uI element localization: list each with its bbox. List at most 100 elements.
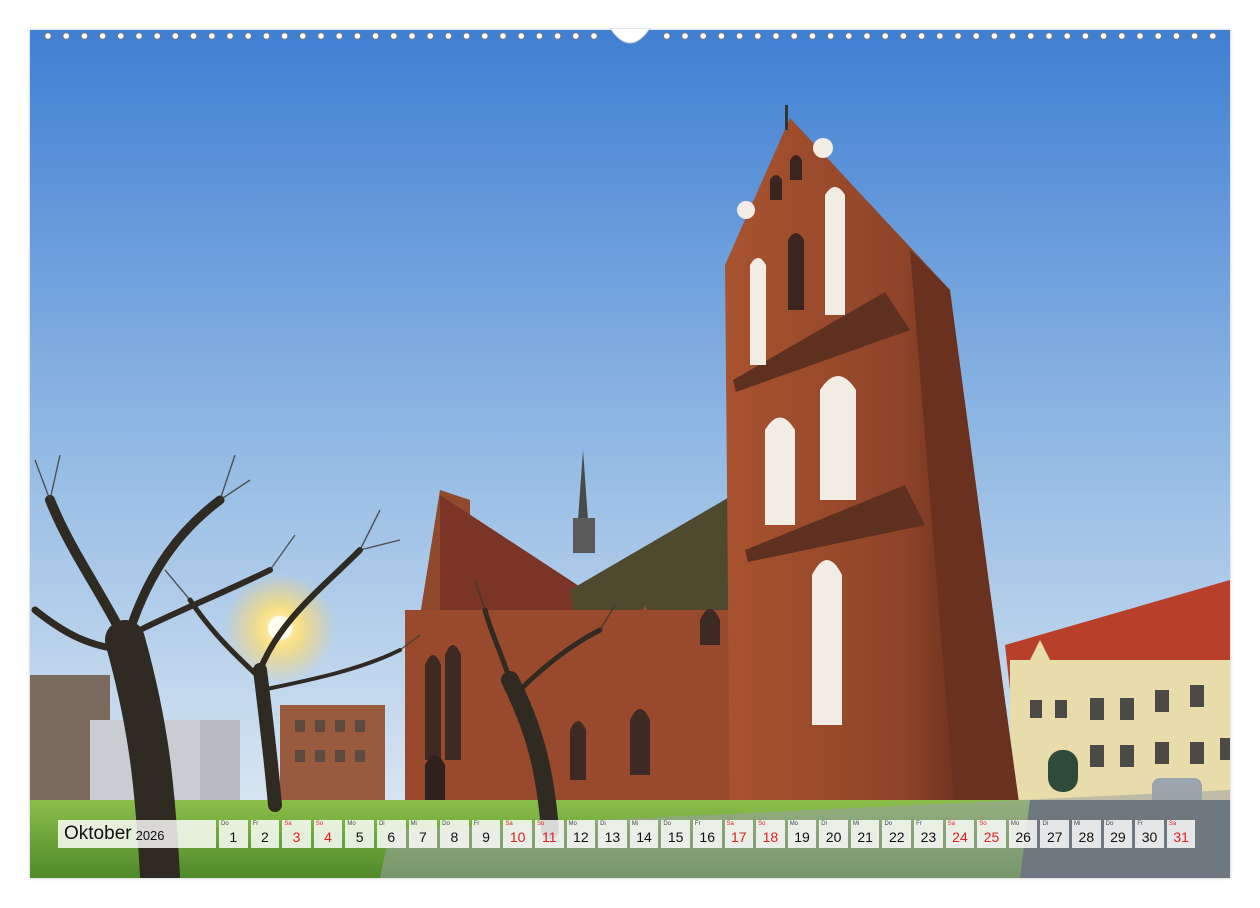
binding-hole-icon <box>153 32 161 40</box>
binding-hole-icon <box>117 32 125 40</box>
day-number: 26 <box>1015 829 1031 845</box>
day-number: 21 <box>857 829 873 845</box>
day-number: 18 <box>762 829 779 845</box>
binding-hole-icon <box>1209 32 1217 40</box>
day-number: 1 <box>229 829 238 845</box>
binding-hole-icon <box>44 32 52 40</box>
binding-hole-icon <box>335 32 344 40</box>
day-number: 4 <box>324 829 332 845</box>
weekday-label: Sa <box>505 821 513 827</box>
day-cell: Di 13 <box>598 820 627 848</box>
day-cell: So 11 <box>534 820 564 848</box>
day-cell: Do 22 <box>882 820 912 848</box>
day-number: 2 <box>260 829 269 845</box>
binding-hole-icon <box>244 32 252 40</box>
weekday-label: Mo <box>789 821 799 827</box>
weekday-label: Fr <box>1137 821 1143 827</box>
month-label: Oktober 2026 <box>58 820 216 848</box>
binding-hole-icon <box>772 32 780 40</box>
weekday-label: Mi <box>852 821 860 827</box>
binding-hole-icon <box>1172 32 1181 40</box>
binding-hole-icon <box>754 32 762 40</box>
binding-hole-icon <box>481 32 489 40</box>
weekday-label: Mo <box>568 821 577 827</box>
binding-hole-icon <box>280 32 289 40</box>
binding-hole-icon <box>208 32 216 40</box>
day-number: 24 <box>952 829 968 845</box>
day-cell: Mo 19 <box>787 820 817 848</box>
binding-hole-icon <box>863 32 871 40</box>
binding-hole-icon <box>135 32 143 40</box>
weekday-label: Fr <box>252 821 259 827</box>
day-number: 29 <box>1110 829 1126 845</box>
binding-hole-icon <box>444 32 453 40</box>
day-cell: Mi 28 <box>1072 820 1101 848</box>
binding-hole-icon <box>1045 32 1053 40</box>
binding-hole-icon <box>371 32 380 40</box>
day-cell: So 18 <box>756 820 785 848</box>
day-cell: Do 1 <box>219 820 248 848</box>
day-number: 23 <box>920 829 937 845</box>
weekday-label: Mo <box>1010 821 1020 827</box>
hanger-notch-icon <box>609 28 651 44</box>
binding-hole-icon <box>226 32 234 40</box>
day-cell: Mo 5 <box>345 820 374 848</box>
weekday-label: Sa <box>726 821 734 827</box>
weekday-label: Fr <box>473 821 480 827</box>
weekday-label: Di <box>378 821 385 827</box>
binding-hole-icon <box>499 32 507 40</box>
spiral-binding <box>44 28 1217 44</box>
month-year: 2026 <box>135 828 165 843</box>
binding-hole-icon <box>317 32 325 40</box>
day-number: 13 <box>604 829 621 845</box>
binding-hole-icon <box>699 32 708 40</box>
binding-hole-icon <box>62 32 71 40</box>
day-number: 7 <box>418 829 427 845</box>
binding-hole-icon <box>426 32 435 40</box>
weekday-label: Sa <box>947 821 955 827</box>
day-cells: Do 1 Fr 2 Sa 3 So 4 Mo 5 Di 6 Mi 7 Do 8 Fr 9 Sa 10 So 11 Mo 12 D… <box>219 820 1196 850</box>
day-number: 8 <box>450 829 459 845</box>
day-number: 5 <box>355 829 364 845</box>
binding-hole-icon <box>1136 32 1144 40</box>
weekday-label: Mi <box>410 821 417 827</box>
binding-hole-icon <box>390 32 398 40</box>
weekday-label: Sa <box>284 821 292 827</box>
binding-hole-icon <box>1008 32 1017 40</box>
day-cell: Di 27 <box>1040 820 1070 848</box>
day-cell: Di 20 <box>819 820 848 848</box>
binding-hole-icon <box>917 32 926 40</box>
binding-hole-icon <box>936 32 944 40</box>
day-cell: Fr 23 <box>914 820 943 848</box>
binding-hole-icon <box>663 32 671 40</box>
weekday-label: So <box>315 821 324 827</box>
binding-hole-icon <box>535 32 544 40</box>
day-cell: Sa 17 <box>724 820 754 848</box>
binding-hole-icon <box>462 32 471 40</box>
day-number: 30 <box>1141 829 1158 845</box>
day-cell: Do 8 <box>440 820 469 848</box>
weekday-label: Do <box>221 821 229 827</box>
binding-hole-icon <box>681 32 689 40</box>
month-name: Oktober <box>64 823 132 844</box>
calendar-page: Oktober 2026 Do 1 Fr 2 Sa 3 So 4 Mo 5 Di 6 Mi 7 Do 8 Fr 9… <box>30 30 1230 878</box>
binding-hole-icon <box>972 32 981 40</box>
weekday-label: Sa <box>1168 821 1177 827</box>
binding-hole-icon <box>1081 32 1090 40</box>
day-number: 14 <box>636 829 652 845</box>
weekday-label: Di <box>821 821 827 827</box>
binding-hole-icon <box>1027 32 1035 40</box>
weekday-label: So <box>979 821 987 827</box>
weekday-label: So <box>536 821 545 827</box>
day-cell: Fr 30 <box>1135 820 1164 848</box>
day-number: 12 <box>573 829 589 845</box>
church-photo <box>30 30 1230 878</box>
binding-hole-icon <box>790 32 799 40</box>
binding-hole-icon <box>881 32 890 40</box>
binding-hole-icon <box>590 32 598 40</box>
day-cell: Sa 3 <box>282 820 311 848</box>
day-cell: Fr 16 <box>692 820 722 848</box>
binding-hole-icon <box>408 32 416 40</box>
day-number: 20 <box>825 829 842 845</box>
day-cell: Sa 10 <box>503 820 532 848</box>
